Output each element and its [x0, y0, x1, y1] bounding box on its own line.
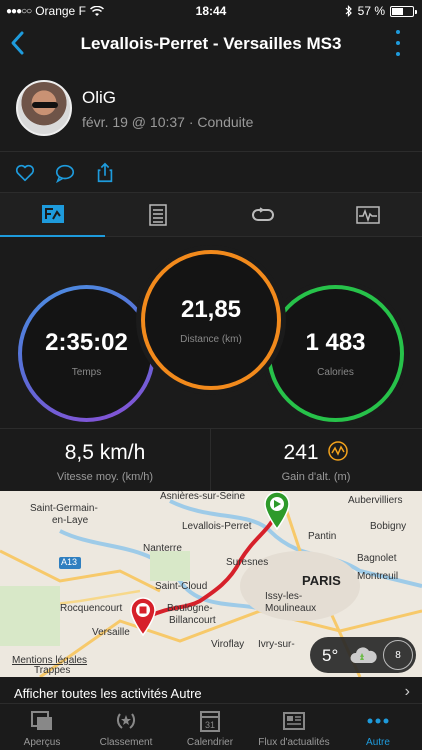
activity-tabs [0, 192, 422, 237]
social-actions [0, 152, 422, 192]
distance-value: 21,85 [180, 295, 242, 323]
tab-summary[interactable] [0, 193, 105, 237]
map-label-saint-germain: Saint-Germain- [30, 503, 98, 514]
all-activities-label: Afficher toutes les activités Autre [14, 686, 202, 701]
time-label: Temps [71, 367, 102, 378]
chevron-right-icon: › [404, 683, 410, 700]
map-label-aubervilliers: Aubervilliers [348, 495, 403, 506]
menu-dot-icon [396, 41, 400, 45]
battery-icon [390, 5, 417, 17]
map-label-boulogne: Boulogne- [167, 603, 213, 614]
page-title: Levallois-Perret - Versailles MS3 [80, 34, 342, 53]
elevation-stat: 241 Gain d'alt. (m) [211, 429, 421, 491]
tab-calendar[interactable]: 31 Calendrier [168, 704, 252, 750]
details-list-icon [148, 204, 167, 226]
map-label-trappes: Trappes [34, 665, 71, 676]
tab-leaderboard-label: Classement [99, 737, 153, 748]
calendar-day-number: 31 [205, 720, 215, 730]
tab-newsfeed[interactable]: Flux d'actualités [252, 704, 336, 750]
tab-more[interactable]: Autre [336, 704, 420, 750]
distance-label: Distance (km) [180, 333, 242, 345]
calendar-icon: 31 [200, 711, 220, 732]
map-label-nanterre: Nanterre [143, 543, 182, 554]
cloud-weather-icon [350, 647, 377, 663]
wind-speed-indicator: 8 [383, 640, 413, 670]
map-label-issy: Issy-les- [265, 591, 303, 602]
map-label-asnieres: Asnières-sur-Seine [160, 491, 246, 502]
status-bar: ●●●○○ Orange F 18:44 57 % [0, 0, 422, 22]
more-dots-icon [367, 718, 389, 724]
menu-dot-icon [396, 30, 400, 34]
wind-speed-value: 8 [395, 649, 401, 661]
calories-value: 1 483 [305, 329, 366, 356]
tab-details[interactable] [105, 193, 210, 237]
map-label-ivry: Ivry-sur- [258, 639, 295, 650]
elevation-value: 241 [283, 441, 319, 464]
navigation-bar: Levallois-Perret - Versailles MS3 [0, 22, 422, 66]
speed-label: Vitesse moy. (km/h) [56, 471, 154, 483]
map-label-pantin: Pantin [308, 531, 337, 542]
map-label-viroflay: Viroflay [211, 639, 245, 650]
map-label-moulineaux: Moulineaux [265, 603, 317, 614]
map-label-saint-cloud: Saint-Cloud [155, 581, 208, 592]
activity-header: OliG févr. 19 @ 10:37 · Conduite [0, 66, 422, 152]
user-name[interactable]: OliG [82, 88, 116, 108]
battery-percent: 57 % [357, 4, 385, 18]
secondary-stats: 8,5 km/h Vitesse moy. (km/h) 241 Gain d'… [0, 428, 422, 491]
map-label-bobigny: Bobigny [370, 521, 407, 532]
tab-graphs[interactable] [315, 193, 420, 237]
menu-dot-icon [396, 52, 400, 56]
graph-monitor-icon [355, 206, 380, 224]
tab-newsfeed-label: Flux d'actualités [258, 737, 330, 748]
tab-leaderboard[interactable]: Classement [84, 704, 168, 750]
calories-label: Calories [317, 367, 354, 378]
speed-value: 8,5 km/h [64, 441, 146, 464]
summary-chart-icon [41, 205, 64, 223]
elevation-value-row: 241 [211, 441, 421, 465]
tab-calendar-label: Calendrier [186, 737, 234, 748]
map-label-en-laye: en-Laye [52, 515, 89, 526]
bottom-tab-bar: Aperçus Classement 31 Calendrier Flux d'… [0, 703, 422, 750]
tab-overview[interactable]: Aperçus [0, 704, 84, 750]
map-label-a13: A13 [61, 557, 78, 567]
map-label-billancourt: Billancourt [169, 615, 216, 626]
speed-stat: 8,5 km/h Vitesse moy. (km/h) [0, 429, 210, 491]
elevation-label: Gain d'alt. (m) [281, 471, 351, 483]
laps-loop-icon [251, 207, 274, 221]
activity-meta: févr. 19 @ 10:37 · Conduite [82, 114, 254, 130]
weather-badge[interactable]: 5° 8 [310, 637, 416, 673]
like-heart-icon[interactable] [14, 162, 36, 184]
news-icon [283, 712, 305, 730]
tab-laps[interactable] [210, 193, 315, 237]
more-menu-button[interactable] [394, 30, 402, 56]
tab-more-label: Autre [366, 737, 390, 748]
map-label-versailles: Versaille [92, 627, 130, 638]
start-pin-icon [264, 491, 290, 531]
map-label-paris: PARIS [302, 573, 341, 588]
weather-temperature: 5° [322, 646, 339, 665]
map-label-montreuil: Montreuil [357, 571, 399, 582]
elevation-gain-icon [328, 441, 349, 461]
calories-circle: 1 483 Calories [267, 285, 404, 422]
map-label-levallois: Levallois-Perret [182, 521, 252, 532]
distance-circle: 21,85 Distance (km) [141, 250, 281, 390]
map-label-rocquencourt: Rocquencourt [60, 603, 123, 614]
share-icon[interactable] [94, 162, 116, 184]
time-value: 2:35:02 [45, 329, 128, 356]
overview-icon [31, 711, 52, 730]
comment-icon[interactable] [54, 162, 76, 184]
laurel-icon [116, 713, 136, 729]
end-pin-icon [130, 597, 156, 637]
map-label-bagnolet: Bagnolet [357, 553, 397, 564]
avatar[interactable] [16, 80, 72, 136]
time-circle: 2:35:02 Temps [18, 285, 155, 422]
tab-overview-label: Aperçus [23, 737, 61, 748]
map-label-suresnes: Suresnes [226, 557, 269, 568]
summary-circles: 2:35:02 Temps 1 483 Calories 21,85 Dista… [0, 238, 422, 428]
bluetooth-icon [345, 5, 352, 17]
